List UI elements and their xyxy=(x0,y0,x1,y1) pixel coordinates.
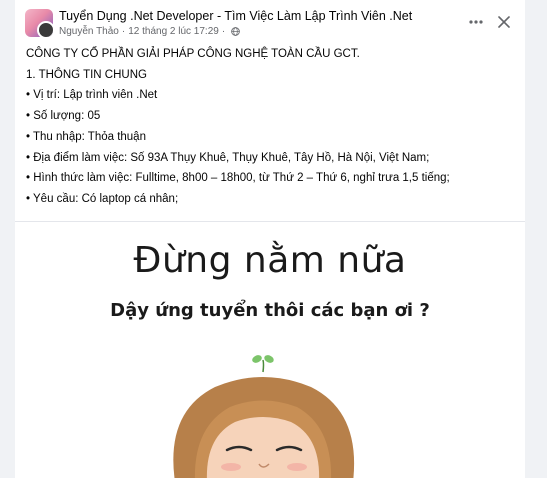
close-button[interactable] xyxy=(491,10,517,34)
post-line-salary: • Thu nhập: Thỏa thuận xyxy=(26,130,146,143)
meta-separator: · xyxy=(121,26,126,37)
post-line-position: • Vị trí: Lập trình viên .Net xyxy=(26,89,158,102)
post-card: Tuyển Dụng .Net Developer - Tìm Việc Làm… xyxy=(15,0,525,478)
globe-icon xyxy=(231,27,241,36)
post-image[interactable]: Đừng nằm nữa Dậy ứng tuyển thôi các bạn … xyxy=(15,221,525,478)
more-horizontal-icon xyxy=(469,20,483,24)
post-line-section: 1. THÔNG TIN CHUNG xyxy=(26,68,147,81)
close-icon xyxy=(498,16,510,28)
post-timestamp-link[interactable]: 12 tháng 2 lúc 17:29 xyxy=(128,26,219,37)
image-subline: Dậy ứng tuyển thôi các bạn ơi ? xyxy=(110,300,430,321)
post-text: CÔNG TY CỔ PHẦN GIẢI PHÁP CÔNG NGHỆ TOÀN… xyxy=(26,44,516,210)
cartoon-girl-illustration xyxy=(173,355,354,478)
author-avatar[interactable] xyxy=(37,21,53,37)
meta-separator-2: · xyxy=(221,26,226,37)
more-options-button[interactable] xyxy=(463,10,489,34)
post-line-requirement: • Yêu cầu: Có laptop cá nhân; xyxy=(26,192,179,205)
post-meta: Nguyễn Thảo · 12 tháng 2 lúc 17:29 · xyxy=(59,26,241,37)
group-name-link[interactable]: Tuyển Dụng .Net Developer - Tìm Việc Làm… xyxy=(59,9,412,23)
post-line-company: CÔNG TY CỔ PHẦN GIẢI PHÁP CÔNG NGHỆ TOÀN… xyxy=(26,48,360,60)
group-avatar[interactable] xyxy=(25,9,53,37)
post-header: Tuyển Dụng .Net Developer - Tìm Việc Làm… xyxy=(15,0,525,42)
post-line-worktype: • Hình thức làm việc: Fulltime, 8h00 – 1… xyxy=(26,172,450,185)
image-headline: Đừng nằm nữa xyxy=(133,240,407,281)
author-name-link[interactable]: Nguyễn Thảo xyxy=(59,26,119,37)
post-line-quantity: • Số lượng: 05 xyxy=(26,110,101,123)
post-line-location: • Địa điểm làm việc: Số 93A Thụy Khuê, T… xyxy=(26,151,430,164)
